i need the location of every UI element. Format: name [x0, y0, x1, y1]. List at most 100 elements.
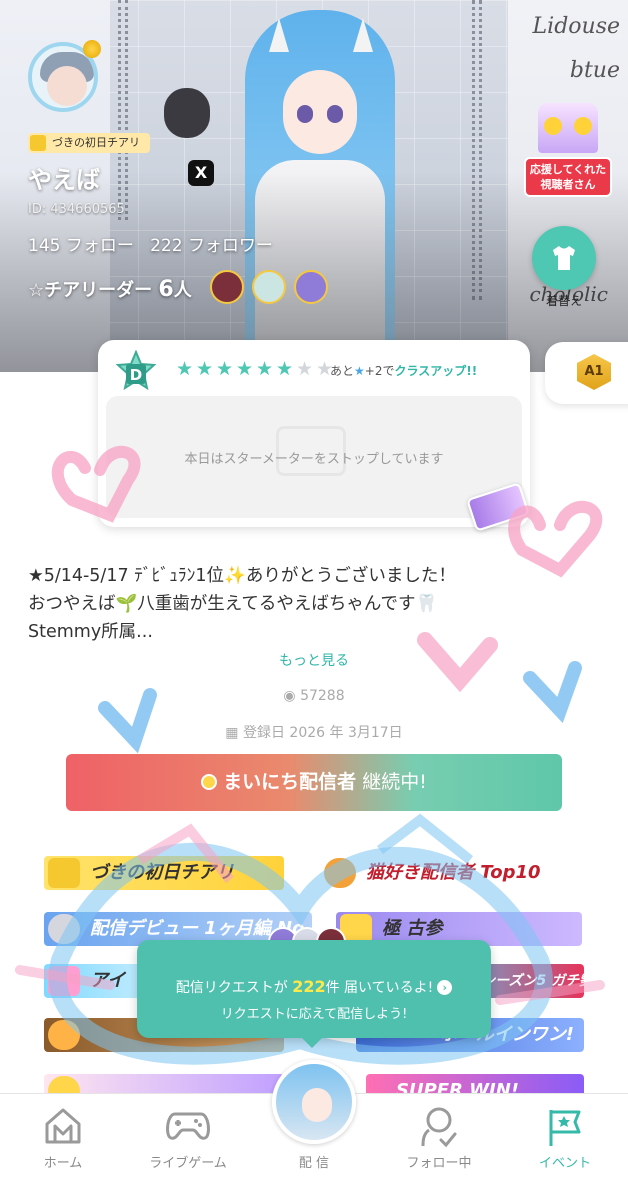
nav-home[interactable]: ホーム: [8, 1094, 118, 1184]
home-icon: [45, 1108, 81, 1144]
cheerleader-count: 6: [158, 277, 174, 302]
supporters-label: 応援してくれた 視聴者さん: [524, 157, 612, 197]
class-badge-icon: D: [115, 350, 157, 391]
cheerleader-unit: 人: [173, 280, 192, 301]
profile-page: Lidouse btue chololic づきの初日チアリ やえば X ID:…: [0, 0, 628, 1200]
character-eye: [327, 105, 343, 123]
profile-bio: ★5/14-5/17 ﾃﾞﾋﾞｭﾗﾝ1位✨ありがとうございました！ おつやえば🌱…: [28, 562, 608, 646]
follow-stats: 145 フォロー 222 フォロワー: [28, 231, 273, 256]
request-prefix: 配信リクエストが: [175, 980, 288, 996]
request-suffix: 届いているよ!: [344, 980, 434, 996]
star-meter-message: 本日はスターメーターをストップしています: [184, 452, 444, 467]
class-up-prefix: あと: [330, 364, 355, 378]
following-count[interactable]: 145: [28, 236, 60, 256]
star-badge-icon: [30, 135, 46, 151]
stream-request-popup[interactable]: 配信リクエストが 222件 届いているよ! › リクエストに応えて配信しよう!: [137, 940, 491, 1048]
follower-label[interactable]: フォロワー: [188, 236, 273, 256]
cheerleader-summary[interactable]: ☆チアリーダー 6人: [28, 276, 192, 302]
gamepad-icon: [166, 1112, 210, 1140]
username: やえば: [28, 166, 100, 194]
star-empty-icon: ★: [296, 358, 314, 380]
star-filled-icon: ★: [276, 358, 294, 380]
view-count-value: 57288: [300, 688, 345, 704]
follower-count[interactable]: 222: [150, 236, 182, 256]
change-outfit-label: 着替え: [545, 294, 582, 308]
nav-live-game[interactable]: ライブゲーム: [133, 1094, 243, 1184]
idol-badge-icon: [48, 966, 80, 996]
cheerleader-avatar[interactable]: [252, 270, 286, 304]
request-message: 配信リクエストが 222件 届いているよ! ›: [137, 977, 491, 997]
character-face: [283, 70, 357, 154]
cat-badge-icon: [324, 858, 356, 888]
medal-icon: [201, 774, 218, 790]
shirt-icon: [553, 246, 575, 270]
rank-badge-icon: A1: [577, 354, 611, 390]
stream-avatar-button[interactable]: [272, 1060, 356, 1144]
class-up-action: クラスアップ!!: [394, 364, 478, 378]
view-count: ◉ 57288: [0, 688, 628, 704]
daily-streamer-button[interactable]: まいにち配信者 継続中!: [66, 754, 562, 811]
nav-following[interactable]: フォロー中: [384, 1094, 494, 1184]
popup-tail: [302, 1038, 322, 1048]
person-check-icon: [421, 1107, 457, 1148]
cheerleader-label: ☆チアリーダー: [28, 280, 153, 301]
change-outfit-button[interactable]: [532, 226, 596, 290]
request-subtext: リクエストに応えて配信しよう!: [220, 1007, 408, 1022]
star-meter-card[interactable]: D ★ ★ ★ ★ ★ ★ ★ ★ あと★+2でクラスアップ!! 本日はスターメーターをストッ…: [98, 340, 530, 532]
star-meter-panel: 本日はスターメーターをストップしています: [106, 396, 522, 518]
badge-item[interactable]: 猫好き配信者 Top10: [320, 856, 582, 890]
supporters-button[interactable]: 応援してくれた 視聴者さん: [524, 103, 612, 197]
star-filled-icon: ★: [176, 358, 194, 380]
rabbit-badge-icon: [48, 914, 80, 944]
star-icon: ★: [354, 364, 365, 378]
streak-label: まいにち配信者: [223, 771, 357, 793]
class-up-info: あと★+2でクラスアップ!!: [330, 362, 477, 379]
star-badge-icon: [48, 858, 80, 888]
badge-text: 猫好き配信者 Top10: [366, 862, 541, 883]
class-letter: D: [130, 366, 142, 384]
banner-deco-text: Lidouse: [532, 14, 620, 39]
banner-deco-text: btue: [569, 58, 620, 83]
x-link-icon[interactable]: X: [188, 160, 214, 186]
class-up-plus: +2で: [364, 364, 395, 378]
badge-text: づきの初日チアリ: [90, 862, 234, 883]
rank-tab[interactable]: A1: [545, 342, 628, 404]
character-horn: [353, 18, 373, 52]
character-eye: [297, 105, 313, 123]
nav-event-label: イベント: [538, 1156, 591, 1171]
cheer-title-text: づきの初日チアリ: [52, 136, 140, 149]
avatar-face: [47, 66, 87, 106]
request-count: 222: [292, 977, 326, 996]
supporters-icon: [538, 103, 598, 153]
star-filled-icon: ★: [216, 358, 234, 380]
star-filled-icon: ★: [256, 358, 274, 380]
cheerleader-avatars[interactable]: •••: [210, 270, 328, 304]
cheerleader-avatar[interactable]: [210, 270, 244, 304]
request-unit: 件: [325, 980, 340, 996]
badge-text: 極 古参: [382, 918, 443, 939]
cheer-title-tag[interactable]: づきの初日チアリ: [28, 133, 150, 153]
registration-date: ▦ 登録日 2026 年 3月17日: [0, 722, 628, 742]
nav-following-label: フォロー中: [406, 1156, 472, 1171]
nav-event[interactable]: イベント: [510, 1094, 620, 1184]
fruit-badge-icon: [48, 1020, 80, 1050]
nav-home-label: ホーム: [43, 1156, 83, 1171]
stream-avatar-face: [302, 1088, 332, 1122]
badge-item[interactable]: アイ: [44, 964, 144, 998]
cheerleader-avatar[interactable]: [294, 270, 328, 304]
medal-icon: [83, 40, 101, 58]
eye-icon: ◉: [283, 688, 301, 704]
star-rating: ★ ★ ★ ★ ★ ★ ★ ★: [176, 358, 334, 380]
following-label[interactable]: フォロー: [66, 236, 134, 256]
character-horn: [269, 18, 289, 52]
bio-line: Stemmy所属...: [28, 622, 153, 642]
flag-icon: [549, 1110, 581, 1146]
badge-text: アイ: [90, 970, 126, 991]
bio-line: ★5/14-5/17 ﾃﾞﾋﾞｭﾗﾝ1位✨ありがとうございました！: [28, 566, 456, 586]
badge-item[interactable]: づきの初日チアリ: [44, 856, 284, 890]
show-more-link[interactable]: もっと見る: [0, 650, 628, 670]
calendar-icon: ▦: [225, 725, 243, 741]
profile-header-banner: Lidouse btue chololic づきの初日チアリ やえば X ID:…: [0, 0, 628, 372]
registration-date-text: 登録日 2026 年 3月17日: [242, 725, 403, 741]
nav-live-game-label: ライブゲーム: [149, 1156, 227, 1171]
